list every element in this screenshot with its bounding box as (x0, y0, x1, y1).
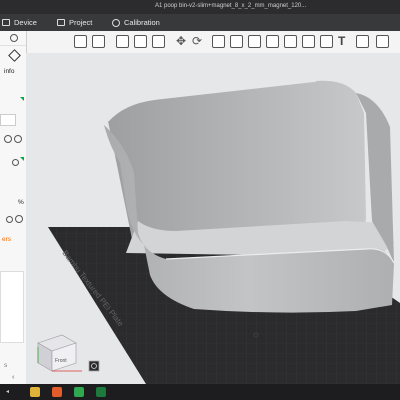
taskbar: ◂ (0, 384, 400, 400)
top-nav-bar: Device Project Calibration (0, 14, 400, 31)
arrange-icon[interactable] (134, 35, 147, 48)
expand-icon[interactable]: ‹ (12, 374, 14, 381)
nav-device-label: Device (14, 18, 37, 27)
scene-svg: Bambu Textured PEI Plate Front (37, 80, 400, 384)
monitor-icon (2, 19, 10, 26)
refresh-icon[interactable] (15, 215, 23, 223)
orange-text: ers (2, 236, 12, 243)
view-cube-front-label: Front (55, 358, 67, 364)
add-plate-icon[interactable] (92, 35, 105, 48)
scale-icon[interactable] (212, 35, 225, 48)
sync-icon[interactable] (4, 135, 12, 143)
search-icon[interactable] (6, 216, 13, 223)
assembly-view-icon[interactable] (356, 35, 369, 48)
nav-project-label: Project (69, 18, 93, 27)
file-explorer-icon[interactable] (30, 387, 40, 397)
support-paint-icon[interactable] (284, 35, 297, 48)
excel-icon[interactable] (96, 387, 106, 397)
3d-viewport[interactable]: Bambu Textured PEI Plate Front (26, 53, 400, 384)
mesh-boolean-icon[interactable] (266, 35, 279, 48)
brave-browser-icon[interactable] (52, 387, 62, 397)
green-tab-marker (20, 97, 24, 101)
toolbar: ✥ ⟳ T (26, 31, 400, 54)
gear-icon-2[interactable] (14, 135, 22, 143)
taskbar-left-icon[interactable]: ◂ (6, 388, 9, 395)
gear-icon[interactable] (10, 34, 18, 42)
seam-paint-icon[interactable] (302, 35, 315, 48)
printer-icon (8, 49, 21, 62)
left-sidebar: info % ers s ‹ (0, 31, 27, 384)
remove-icon[interactable] (12, 159, 19, 166)
zoom-fit-icon[interactable] (88, 360, 100, 372)
measure-icon[interactable] (376, 35, 389, 48)
nav-calibration[interactable]: Calibration (112, 18, 160, 27)
nav-device[interactable]: Device (2, 18, 37, 27)
move-icon[interactable]: ✥ (176, 35, 188, 47)
color-paint-icon[interactable] (320, 35, 333, 48)
cut-icon[interactable] (248, 35, 261, 48)
rotate-icon[interactable]: ⟳ (192, 35, 204, 47)
orient-icon[interactable] (116, 35, 129, 48)
text-tool-icon[interactable]: T (338, 34, 350, 48)
add-object-icon[interactable] (74, 35, 87, 48)
sidebar-bottom-text: s (4, 362, 8, 369)
nav-calibration-label: Calibration (124, 18, 160, 27)
window-title: A1 poop bin-v2-slim+magnet_8_x_2_mm_magn… (155, 3, 307, 9)
split-icon[interactable] (152, 35, 165, 48)
bambu-studio-icon[interactable] (74, 387, 84, 397)
view-cube[interactable]: Front (37, 334, 82, 372)
title-bar: A1 poop bin-v2-slim+magnet_8_x_2_mm_magn… (0, 0, 400, 14)
info-label: info (4, 68, 15, 75)
green-tab-marker-2 (20, 157, 24, 161)
sidebar-header-row (0, 31, 26, 46)
object-list[interactable] (0, 271, 24, 343)
project-icon (57, 19, 65, 26)
lay-on-face-icon[interactable] (230, 35, 243, 48)
settings-field[interactable] (0, 114, 16, 126)
nav-project[interactable]: Project (57, 18, 92, 27)
percent-label: % (18, 199, 24, 206)
calibration-icon (112, 18, 120, 27)
